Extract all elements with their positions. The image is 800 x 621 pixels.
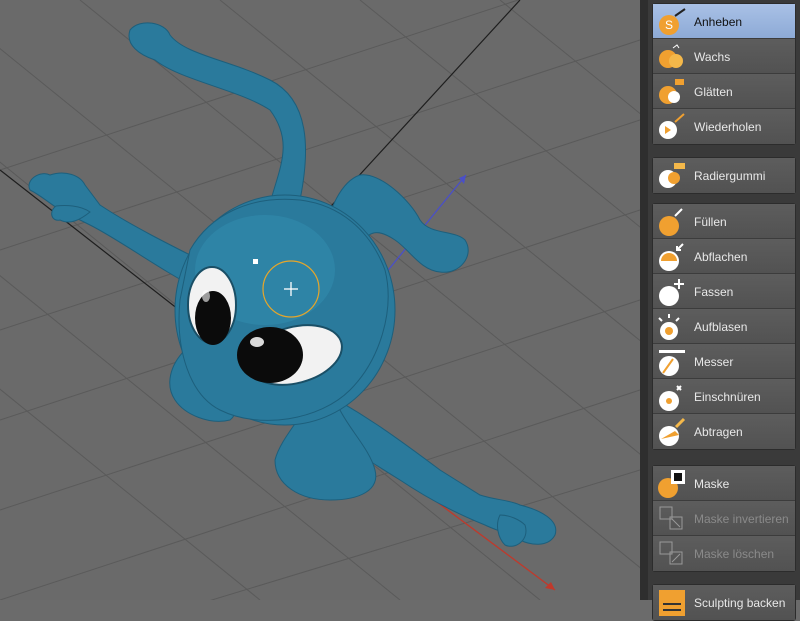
brush-button-einschnueren[interactable]: Einschnüren bbox=[653, 379, 795, 414]
brush-label: Maske invertieren bbox=[694, 512, 789, 526]
svg-text:S: S bbox=[665, 18, 673, 32]
brush-group-mask: Maske Maske invertieren Maske löschen bbox=[652, 465, 796, 572]
smooth-brush-icon bbox=[659, 79, 684, 104]
brush-button-sculpting-backen[interactable]: Sculpting backen bbox=[653, 585, 795, 620]
flatten-brush-icon bbox=[659, 243, 684, 271]
right-pupil bbox=[237, 327, 303, 383]
brush-label: Messer bbox=[694, 355, 734, 369]
knife-brush-icon bbox=[659, 350, 685, 376]
mask-invert-icon bbox=[659, 506, 683, 530]
brush-label: Aufblasen bbox=[694, 320, 748, 334]
brush-button-wiederholen[interactable]: Wiederholen bbox=[653, 109, 795, 144]
brush-button-anheben[interactable]: S Anheben bbox=[653, 4, 795, 39]
left-pupil bbox=[195, 291, 231, 345]
brush-button-maske[interactable]: Maske bbox=[653, 466, 795, 501]
brush-label: Anheben bbox=[694, 15, 743, 29]
brush-button-maske-loeschen: Maske löschen bbox=[653, 536, 795, 571]
brush-button-radiergummi[interactable]: Radiergummi bbox=[653, 158, 795, 193]
brush-label: Radiergummi bbox=[694, 169, 766, 183]
brush-label: Fassen bbox=[694, 285, 734, 299]
brush-label: Glätten bbox=[694, 85, 733, 99]
brush-label: Wachs bbox=[694, 50, 731, 64]
brush-button-fassen[interactable]: Fassen bbox=[653, 274, 795, 309]
scrape-brush-icon bbox=[659, 417, 686, 446]
wax-brush-icon bbox=[659, 44, 683, 68]
mask-clear-icon bbox=[659, 541, 683, 565]
brush-label: Maske löschen bbox=[694, 547, 775, 561]
brush-label: Sculpting backen bbox=[694, 596, 786, 610]
brush-button-abflachen[interactable]: Abflachen bbox=[653, 239, 795, 274]
brush-group-bake: Sculpting backen bbox=[652, 584, 796, 621]
brush-button-fuellen[interactable]: Füllen bbox=[653, 204, 795, 239]
panel-divider[interactable] bbox=[640, 0, 648, 600]
brush-group-basic: S Anheben Wachs Glätten Wiederholen bbox=[652, 3, 796, 145]
brush-button-messer[interactable]: Messer bbox=[653, 344, 795, 379]
brush-button-wachs[interactable]: Wachs bbox=[653, 39, 795, 74]
eraser-brush-icon bbox=[659, 163, 685, 188]
brush-button-aufblasen[interactable]: Aufblasen bbox=[653, 309, 795, 344]
brush-label: Maske bbox=[694, 477, 730, 491]
brush-label: Abflachen bbox=[694, 250, 748, 264]
pull-brush-icon: S bbox=[659, 8, 686, 35]
grab-brush-icon bbox=[659, 279, 684, 306]
brush-label: Einschnüren bbox=[694, 390, 761, 404]
3d-viewport[interactable] bbox=[0, 0, 640, 600]
sculpt-brush-panel: S Anheben Wachs Glätten Wiederholen Radiergu… bbox=[648, 0, 800, 621]
left-eye-glint bbox=[202, 290, 210, 302]
fill-brush-icon bbox=[659, 208, 683, 236]
brush-label: Abtragen bbox=[694, 425, 743, 439]
right-eye-glint bbox=[250, 337, 264, 347]
pinch-brush-icon bbox=[659, 385, 682, 411]
brush-label: Wiederholen bbox=[694, 120, 762, 134]
inflate-brush-icon bbox=[658, 314, 680, 340]
mask-brush-icon bbox=[658, 470, 685, 498]
brush-group-eraser: Radiergummi bbox=[652, 157, 796, 194]
brush-button-glaetten[interactable]: Glätten bbox=[653, 74, 795, 109]
viewport-scene bbox=[0, 0, 640, 600]
brush-label: Füllen bbox=[694, 215, 727, 229]
brush-button-abtragen[interactable]: Abtragen bbox=[653, 414, 795, 449]
brush-group-shape: Füllen Abflachen Fassen Aufblasen Messer Eins… bbox=[652, 203, 796, 450]
bake-sculpt-icon bbox=[659, 590, 685, 616]
brush-button-maske-invertieren: Maske invertieren bbox=[653, 501, 795, 536]
repeat-brush-icon bbox=[659, 113, 685, 139]
